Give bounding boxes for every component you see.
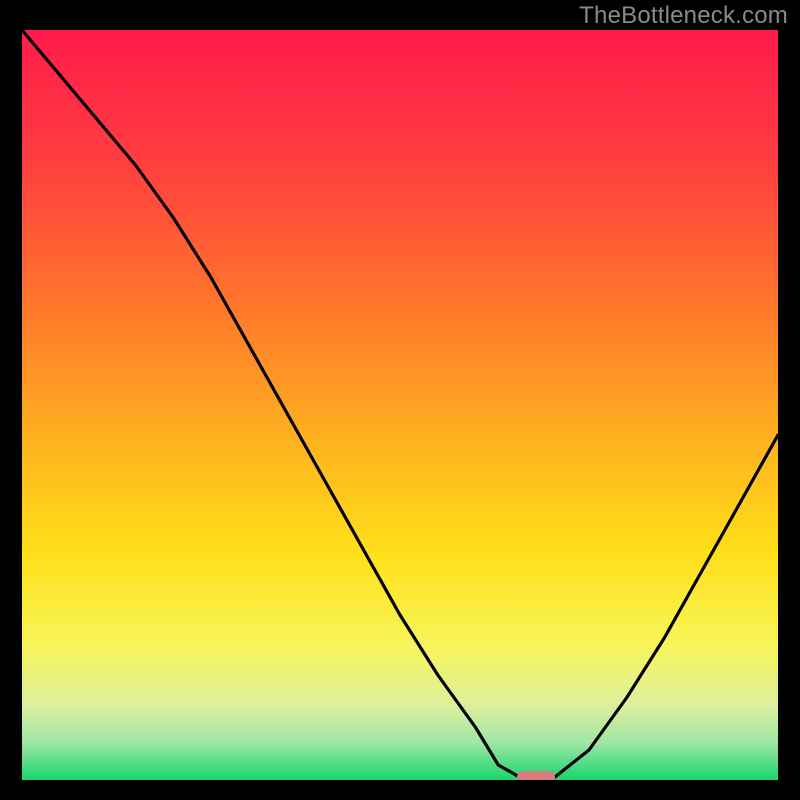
- axis-left: [18, 30, 22, 784]
- axis-bottom: [18, 780, 782, 784]
- plot-background: [22, 30, 778, 780]
- chart-svg: [0, 0, 800, 800]
- watermark-text: TheBottleneck.com: [579, 2, 788, 30]
- chart-frame: { "watermark": "TheBottleneck.com", "cha…: [0, 0, 800, 800]
